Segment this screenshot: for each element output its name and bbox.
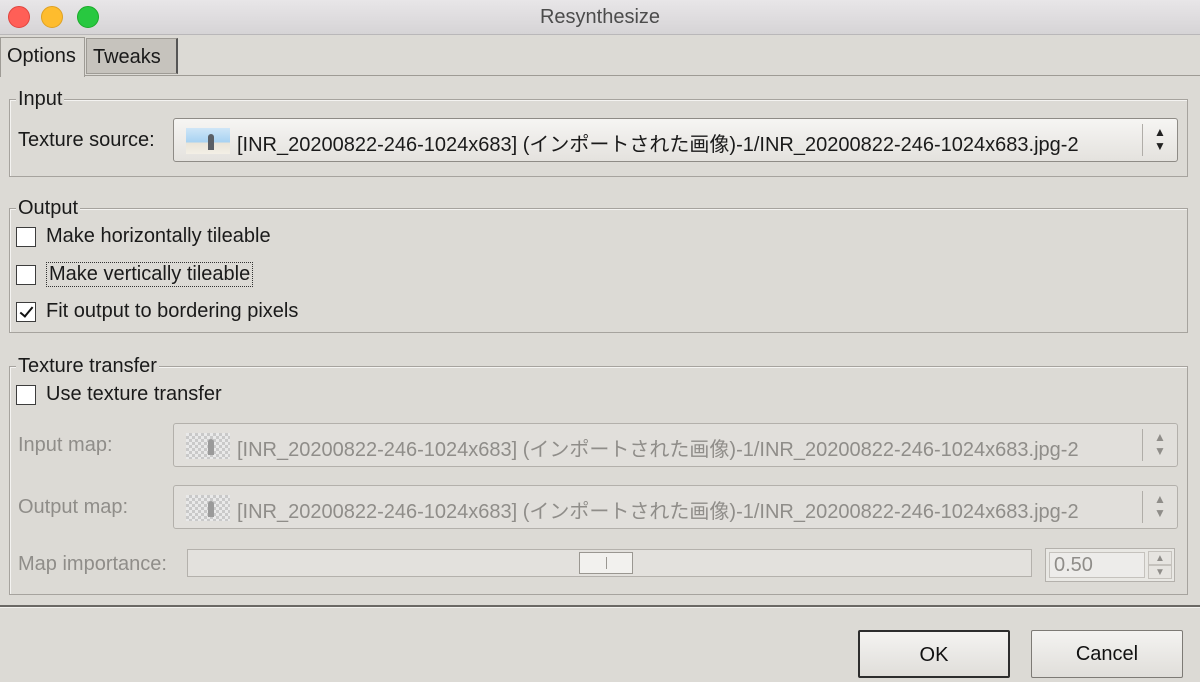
window-title: Resynthesize: [539, 6, 661, 28]
combo-separator: [1142, 491, 1143, 523]
checkbox-box[interactable]: [16, 384, 36, 405]
cancel-button[interactable]: Cancel: [1031, 630, 1183, 678]
input-map-value: [INR_20200822-246-1024x683] (インポートされた画像)…: [237, 439, 1079, 461]
title-bar: Resynthesize: [0, 0, 1200, 35]
input-map-label: Input map:: [18, 434, 113, 456]
combo-separator: [1142, 429, 1143, 461]
vertical-tileable-checkbox[interactable]: Make vertically tileable: [16, 262, 254, 287]
button-area-separator: [0, 605, 1200, 608]
texture-transfer-legend: Texture transfer: [16, 354, 159, 378]
output-map-label: Output map:: [18, 496, 129, 518]
map-importance-input[interactable]: [1049, 552, 1145, 578]
checkbox-box[interactable]: [16, 226, 36, 247]
map-importance-slider[interactable]: [187, 549, 1032, 577]
use-texture-transfer-label: Use texture transfer: [46, 383, 222, 405]
vertical-tileable-label: Make vertically tileable: [46, 262, 254, 287]
updown-arrow-icon: ▲ ▼: [1154, 125, 1166, 153]
output-map-value: [INR_20200822-246-1024x683] (インポートされた画像)…: [237, 501, 1079, 523]
updown-arrow-icon: ▲ ▼: [1154, 492, 1166, 520]
updown-arrow-icon: ▲ ▼: [1154, 430, 1166, 458]
checkbox-box-checked[interactable]: [16, 301, 36, 322]
texture-source-value: [INR_20200822-246-1024x683] (インポートされた画像)…: [237, 134, 1079, 156]
output-legend: Output: [16, 196, 81, 220]
fit-output-checkbox[interactable]: Fit output to bordering pixels: [16, 300, 298, 323]
map-importance-label: Map importance:: [18, 553, 167, 575]
fit-output-label: Fit output to bordering pixels: [46, 300, 299, 322]
output-map-combo[interactable]: [INR_20200822-246-1024x683] (インポートされた画像)…: [173, 485, 1178, 529]
slider-handle[interactable]: [579, 552, 633, 574]
map-importance-spinbutton[interactable]: ▲ ▼: [1045, 548, 1175, 582]
tab-bar: Options Tweaks: [0, 34, 1200, 77]
spin-down-icon[interactable]: ▼: [1148, 565, 1172, 579]
tab-tweaks[interactable]: Tweaks: [86, 38, 178, 74]
spin-up-icon[interactable]: ▲: [1148, 551, 1172, 565]
combo-separator: [1142, 124, 1143, 156]
image-thumbnail-icon: [186, 128, 230, 154]
tab-divider: [85, 75, 1200, 76]
image-thumbnail-icon: [186, 495, 230, 521]
texture-source-combo[interactable]: [INR_20200822-246-1024x683] (インポートされた画像)…: [173, 118, 1178, 162]
horizontal-tileable-checkbox[interactable]: Make horizontally tileable: [16, 225, 271, 248]
horizontal-tileable-label: Make horizontally tileable: [46, 225, 271, 247]
ok-button[interactable]: OK: [858, 630, 1010, 678]
use-texture-transfer-checkbox[interactable]: Use texture transfer: [16, 383, 222, 406]
tab-options[interactable]: Options: [0, 37, 85, 77]
input-map-combo[interactable]: [INR_20200822-246-1024x683] (インポートされた画像)…: [173, 423, 1178, 467]
texture-source-label: Texture source:: [18, 129, 155, 151]
input-legend: Input: [16, 87, 65, 111]
image-thumbnail-icon: [186, 433, 230, 459]
checkbox-box[interactable]: [16, 264, 36, 285]
